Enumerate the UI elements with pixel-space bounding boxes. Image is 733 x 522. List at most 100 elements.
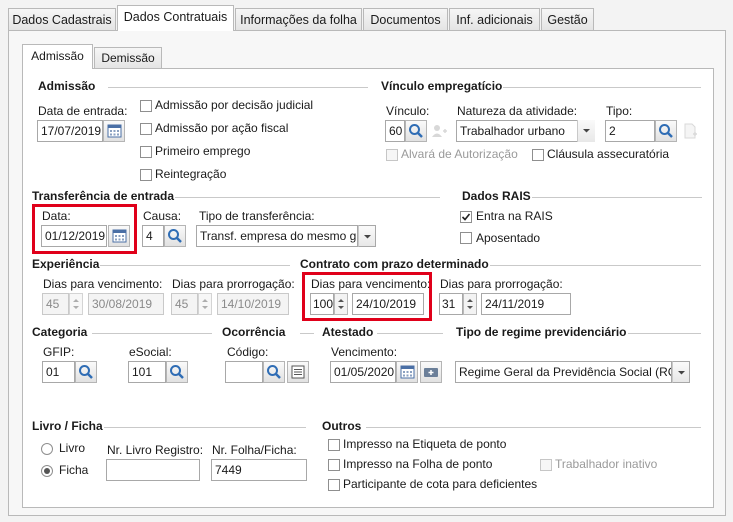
divider (366, 427, 701, 428)
exp-prorr-data-field[interactable]: 14/10/2019 (217, 293, 289, 315)
trabalhador-inativo-label: Trabalhador inativo (555, 457, 658, 471)
etiqueta-ponto-label: Impresso na Etiqueta de ponto (343, 437, 507, 451)
entra-rais-checkbox[interactable] (460, 211, 472, 223)
livro-radio[interactable] (41, 443, 53, 455)
ficha-radio-label: Ficha (59, 463, 89, 477)
calendar-icon (107, 124, 122, 138)
section-outros-title: Outros (322, 419, 362, 433)
chevron-down-icon[interactable] (358, 225, 376, 247)
vinculo-field[interactable]: 60 (385, 120, 405, 142)
livro-radio-label: Livro (59, 441, 86, 455)
list-button[interactable] (287, 361, 309, 383)
search-icon (168, 229, 182, 243)
reintegracao-checkbox[interactable] (140, 169, 152, 181)
esocial-search-button[interactable] (166, 361, 188, 383)
add-person-button[interactable] (428, 120, 450, 142)
section-livro-title: Livro / Ficha (32, 419, 103, 433)
nr-livro-label: Nr. Livro Registro: (107, 443, 204, 457)
calendar-button[interactable] (103, 120, 125, 142)
divider (532, 197, 702, 198)
alvara-checkbox[interactable] (386, 149, 398, 161)
tipo-field[interactable]: 2 (605, 120, 655, 142)
exp-prorr-label: Dias para prorrogação: (172, 277, 295, 291)
chevron-down-icon[interactable] (577, 120, 595, 142)
admissao-judicial-checkbox[interactable] (140, 100, 152, 112)
causa-field[interactable]: 4 (142, 225, 164, 247)
section-categoria-title: Categoria (32, 325, 88, 339)
highlight-box (32, 204, 137, 254)
gfip-field[interactable]: 01 (42, 361, 75, 383)
admissao-fiscal-checkbox[interactable] (140, 123, 152, 135)
entra-rais-label: Entra na RAIS (476, 209, 553, 223)
vinculo-label: Vínculo: (386, 104, 430, 118)
exp-venc-data-field[interactable]: 30/08/2019 (88, 293, 164, 315)
divider (108, 87, 368, 88)
codigo-field[interactable] (225, 361, 263, 383)
aposentado-label: Aposentado (476, 231, 541, 245)
aposentado-checkbox[interactable] (460, 232, 472, 244)
cota-deficientes-label: Participante de cota para deficientes (343, 477, 538, 491)
gfip-search-button[interactable] (75, 361, 97, 383)
search-icon (170, 365, 184, 379)
cota-deficientes-checkbox[interactable] (328, 479, 340, 491)
divider (503, 87, 701, 88)
nr-folha-field[interactable]: 7449 (211, 459, 307, 481)
section-regime-title: Tipo de regime previdenciário (456, 325, 627, 339)
tipo-transferencia-select[interactable]: Transf. empresa do mesmo gr (196, 225, 358, 247)
vinculo-search-button[interactable] (405, 120, 427, 142)
spinner-icon[interactable] (69, 293, 83, 315)
exp-prorr-dias-field[interactable]: 45 (171, 293, 198, 315)
section-experiencia-title: Experiência (32, 257, 100, 271)
search-icon (659, 124, 673, 138)
natureza-select[interactable]: Trabalhador urbano (456, 120, 595, 142)
trabalhador-inativo-checkbox[interactable] (540, 459, 552, 471)
exp-venc-dias-field[interactable]: 45 (42, 293, 69, 315)
atestado-venc-label: Vencimento: (331, 345, 398, 359)
section-transferencia-title: Transferência de entrada (32, 189, 175, 203)
folha-ponto-checkbox[interactable] (328, 459, 340, 471)
calendar-button[interactable] (396, 361, 418, 383)
nr-livro-field[interactable] (106, 459, 200, 481)
contrato-prorr-dias-field[interactable]: 31 (439, 293, 463, 315)
nr-folha-label: Nr. Folha/Ficha: (212, 443, 297, 457)
spinner-icon[interactable] (463, 293, 477, 315)
tipo-label: Tipo: (606, 104, 633, 118)
highlight-box (302, 272, 432, 321)
codigo-search-button[interactable] (263, 361, 285, 383)
contrato-prorr-data-field[interactable]: 24/11/2019 (481, 293, 571, 315)
section-rais-title: Dados RAIS (462, 189, 531, 203)
folha-ponto-label: Impresso na Folha de ponto (343, 457, 493, 471)
section-ocorrencia-title: Ocorrência (222, 325, 286, 339)
section-atestado-title: Atestado (322, 325, 374, 339)
esocial-field[interactable]: 101 (128, 361, 166, 383)
add-person-icon (432, 125, 447, 137)
data-entrada-field[interactable]: 17/07/2019 (37, 120, 103, 142)
tipo-search-button[interactable] (655, 120, 677, 142)
section-vinculo-title: Vínculo empregatício (381, 79, 503, 93)
etiqueta-ponto-checkbox[interactable] (328, 439, 340, 451)
spinner-icon[interactable] (198, 293, 212, 315)
natureza-label: Natureza da atividade: (457, 104, 578, 118)
add-card-button[interactable] (420, 361, 442, 383)
ficha-radio[interactable] (41, 465, 53, 477)
add-document-icon (684, 123, 697, 139)
chevron-down-icon[interactable] (672, 361, 690, 383)
atestado-venc-field[interactable]: 01/05/2020 (330, 361, 396, 383)
clausula-checkbox[interactable] (532, 149, 544, 161)
section-admissao-title: Admissão (38, 79, 96, 93)
alvara-label: Alvará de Autorização (401, 147, 518, 161)
search-icon (267, 365, 281, 379)
causa-search-button[interactable] (164, 225, 186, 247)
add-document-button[interactable] (679, 120, 701, 142)
primeiro-emprego-checkbox[interactable] (140, 146, 152, 158)
gfip-label: GFIP: (43, 345, 75, 359)
divider (104, 427, 306, 428)
tipo-transferencia-label: Tipo de transferência: (199, 209, 315, 223)
divider (300, 333, 314, 334)
exp-venc-label: Dias para vencimento: (43, 277, 163, 291)
divider (175, 197, 440, 198)
regime-select[interactable]: Regime Geral da Previdência Social (RGP (455, 361, 672, 383)
contrato-prorr-label: Dias para prorrogação: (440, 277, 563, 291)
divider (628, 333, 701, 334)
divider (377, 333, 443, 334)
